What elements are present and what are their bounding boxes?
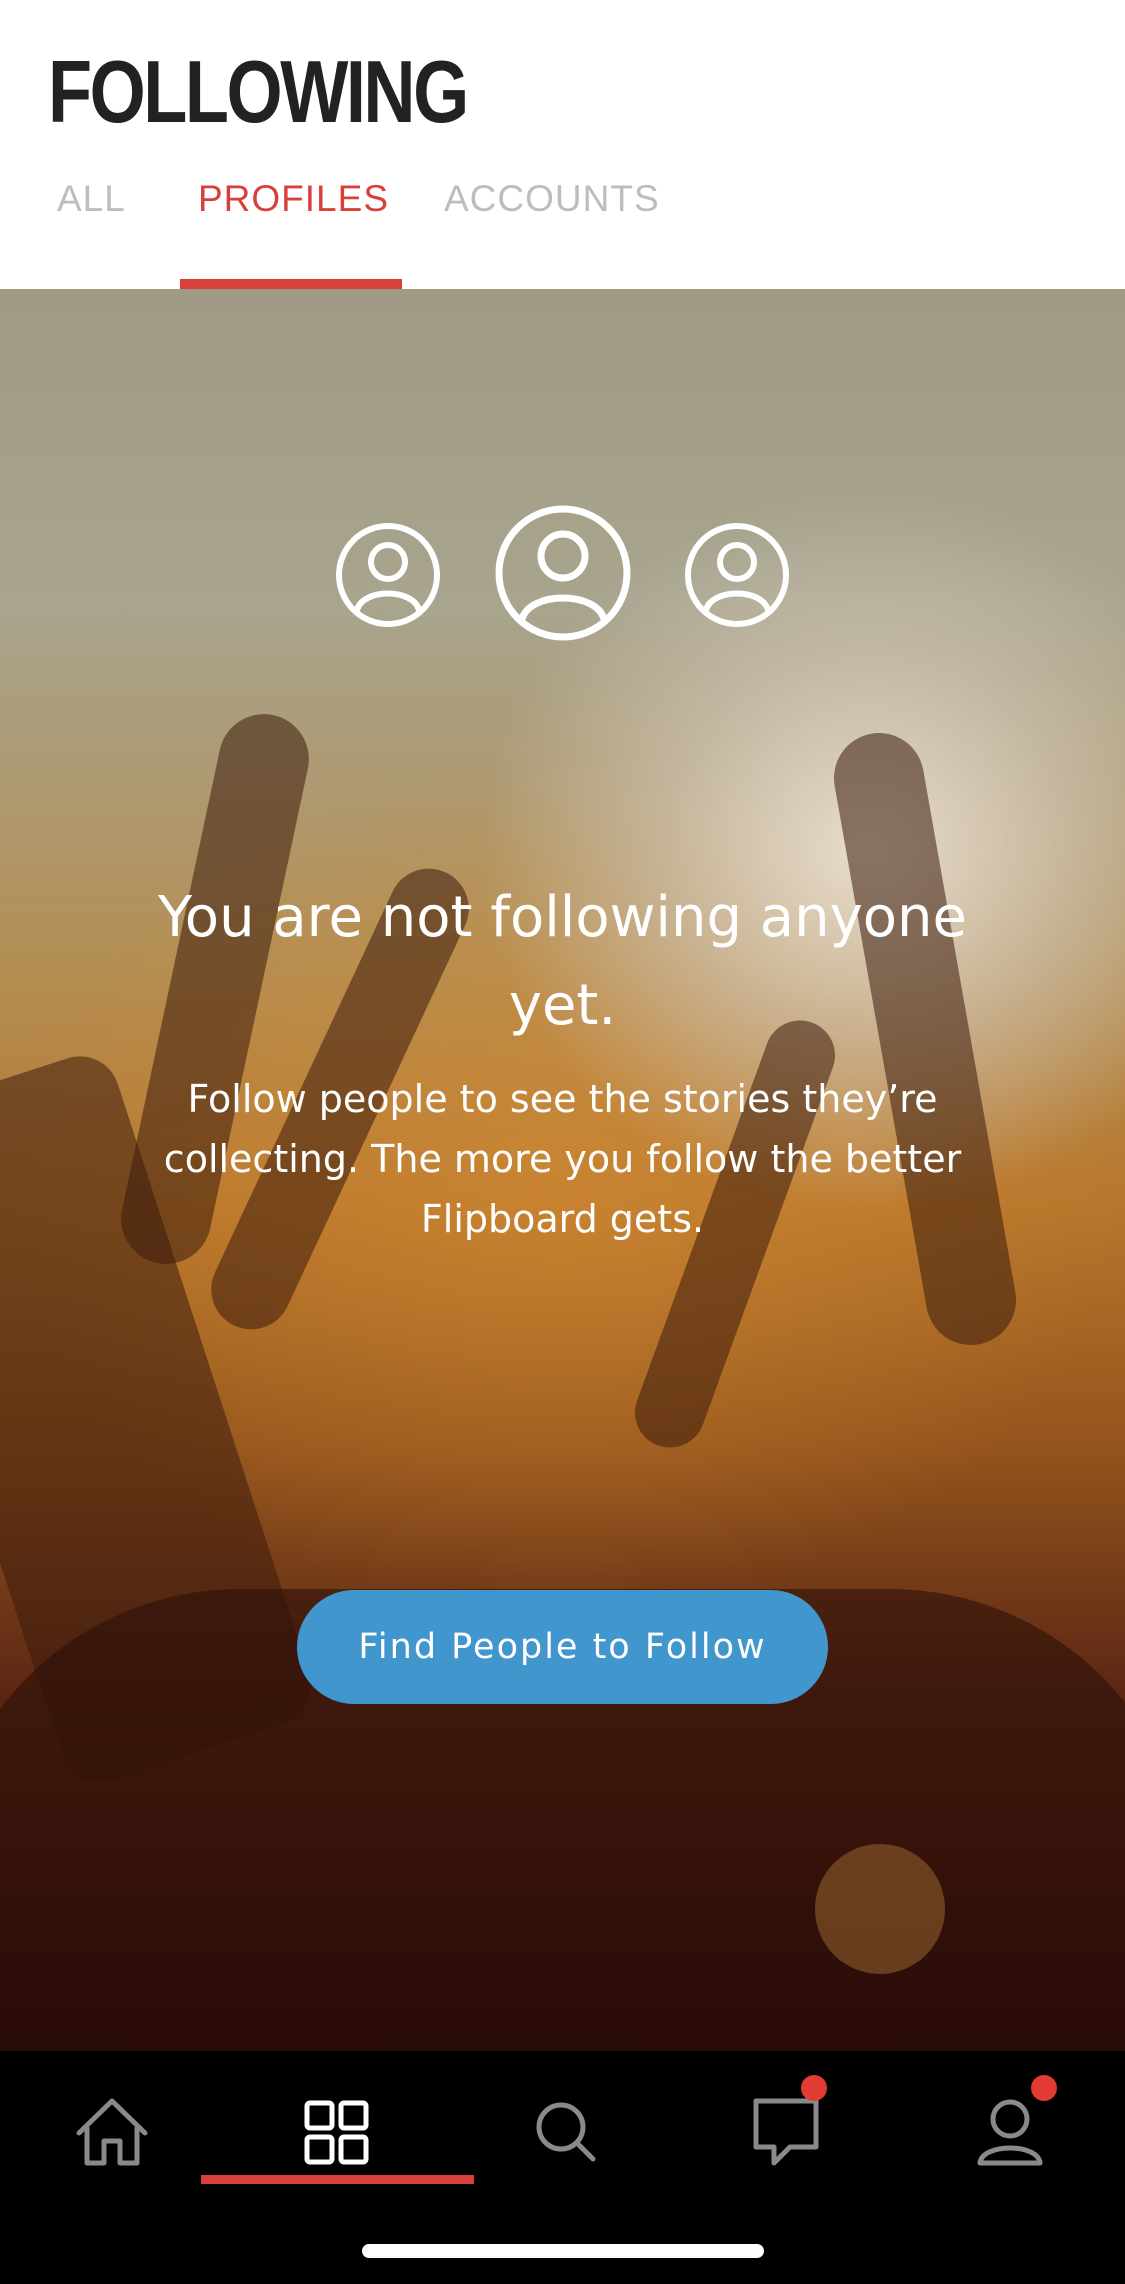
active-nav-indicator <box>201 2175 474 2184</box>
tab-bar: ALL PROFILES ACCOUNTS <box>0 170 1125 289</box>
grid-icon <box>304 2100 369 2165</box>
active-tab-indicator <box>180 279 402 289</box>
bottom-navigation <box>0 2051 1125 2284</box>
nav-home[interactable] <box>52 2071 172 2191</box>
chat-bubble-icon <box>753 2098 819 2166</box>
home-icon <box>76 2098 148 2166</box>
home-indicator <box>362 2244 764 2258</box>
profile-notification-badge <box>1031 2075 1057 2101</box>
nav-sections[interactable] <box>277 2071 397 2191</box>
header: FOLLOWING ALL PROFILES ACCOUNTS <box>0 0 1125 289</box>
user-circle-icon <box>685 523 789 627</box>
messages-notification-badge <box>801 2075 827 2101</box>
nav-search[interactable] <box>504 2071 624 2191</box>
avatar-group <box>0 504 1125 654</box>
nav-messages[interactable] <box>726 2071 846 2191</box>
lens-flare <box>815 1844 945 1974</box>
tab-profiles[interactable]: PROFILES <box>198 178 389 220</box>
user-circle-icon <box>336 523 440 627</box>
tab-accounts[interactable]: ACCOUNTS <box>444 178 660 220</box>
empty-state-background: You are not following anyone yet. Follow… <box>0 289 1125 2051</box>
find-people-button[interactable]: Find People to Follow <box>297 1590 828 1704</box>
empty-state-title: You are not following anyone yet. <box>158 885 967 1038</box>
empty-state-description: Follow people to see the stories they’re… <box>163 1077 962 1241</box>
search-icon <box>536 2102 596 2162</box>
user-circle-icon <box>495 505 631 641</box>
page-title: FOLLOWING <box>48 42 469 141</box>
tab-all[interactable]: ALL <box>57 178 126 220</box>
